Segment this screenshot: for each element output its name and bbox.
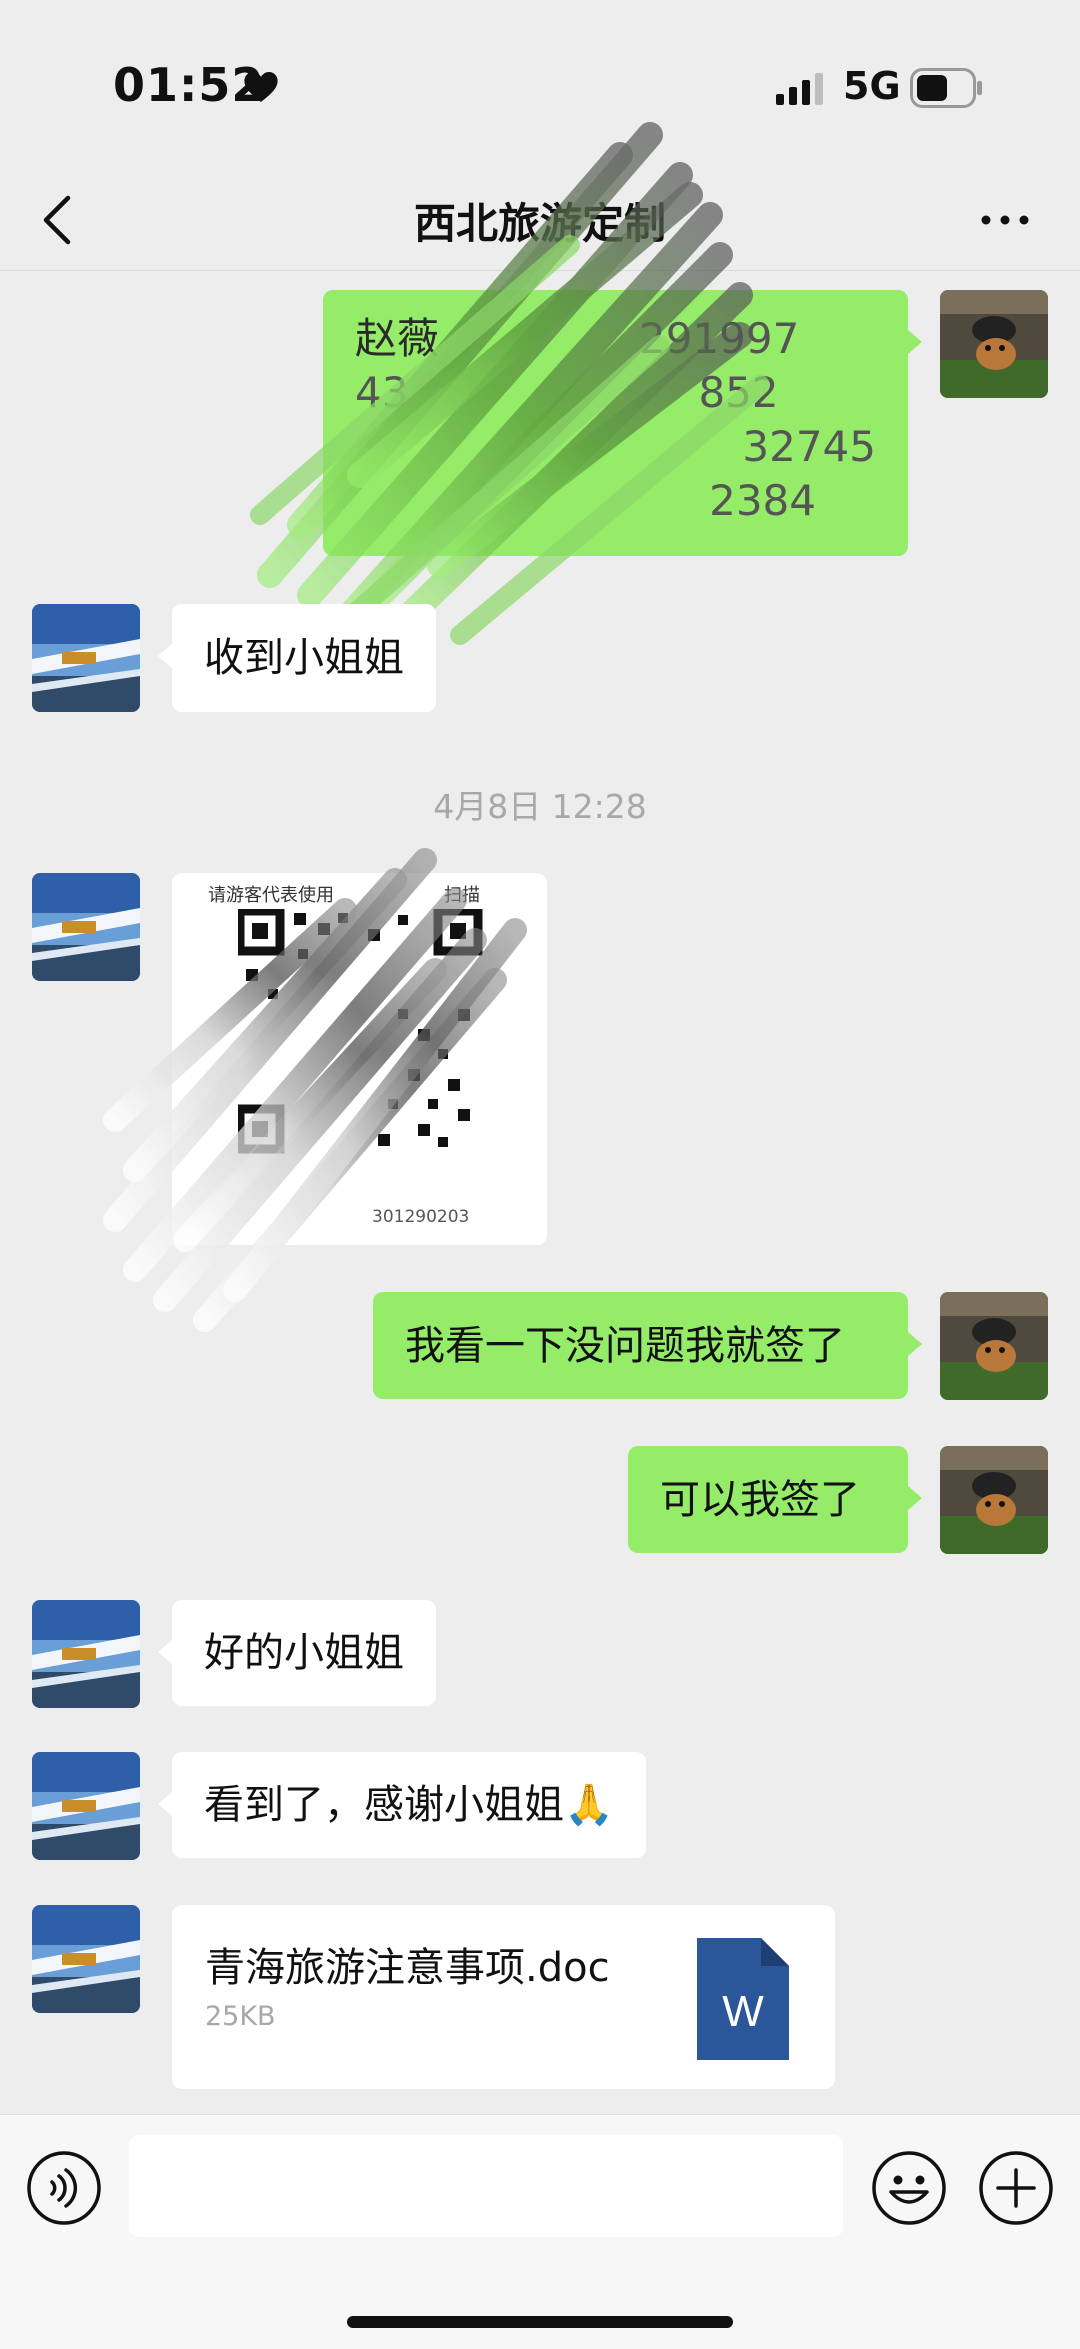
message-outgoing[interactable]: 可以我签了 <box>628 1446 908 1553</box>
message-incoming[interactable]: 好的小姐姐 <box>172 1600 436 1706</box>
message-text: 收到小姐姐 <box>204 635 404 681</box>
bubble-tail <box>158 1640 172 1664</box>
message-text: 好的小姐姐 <box>204 1630 404 1676</box>
word-document-icon: W <box>697 1938 789 2060</box>
file-message[interactable]: 青海旅游注意事项.doc 25KB W <box>172 1905 835 2089</box>
word-icon-letter: W <box>722 1987 764 2036</box>
message-incoming[interactable]: 收到小姐姐 <box>172 604 436 712</box>
file-name: 青海旅游注意事项.doc <box>205 1945 610 1991</box>
bubble-tail <box>908 1332 922 1356</box>
redaction-scribble <box>250 122 770 645</box>
network-label: 5G <box>843 64 901 108</box>
battery-icon <box>910 68 982 108</box>
avatar-contact[interactable] <box>32 1905 140 2013</box>
avatar-self[interactable] <box>940 1446 1048 1554</box>
input-bar <box>0 2114 1080 2349</box>
emoji-icon[interactable] <box>871 2150 947 2226</box>
home-indicator <box>347 2316 733 2328</box>
file-size: 25KB <box>205 2001 276 2032</box>
avatar-contact[interactable] <box>32 1600 140 1708</box>
redaction-scribble <box>103 848 527 1332</box>
plus-icon[interactable] <box>978 2150 1054 2226</box>
bubble-tail <box>158 1792 172 1816</box>
avatar-contact[interactable] <box>32 1752 140 1860</box>
message-outgoing[interactable]: 我看一下没问题我就签了 <box>373 1292 908 1399</box>
avatar-self[interactable] <box>940 290 1048 398</box>
bubble-tail <box>908 1486 922 1510</box>
more-icon[interactable] <box>980 208 1030 232</box>
message-text: 可以我签了 <box>660 1476 860 1523</box>
message-text: 我看一下没问题我就签了 <box>405 1322 845 1369</box>
avatar-self[interactable] <box>940 1292 1048 1400</box>
voice-icon[interactable] <box>26 2150 102 2226</box>
bubble-tail <box>158 644 172 668</box>
message-input[interactable] <box>129 2135 843 2237</box>
bubble-tail <box>908 330 922 354</box>
message-incoming[interactable]: 看到了，感谢小姐姐🙏 <box>172 1752 646 1858</box>
message-text: 看到了，感谢小姐姐🙏 <box>204 1782 614 1828</box>
avatar-contact[interactable] <box>32 604 140 712</box>
